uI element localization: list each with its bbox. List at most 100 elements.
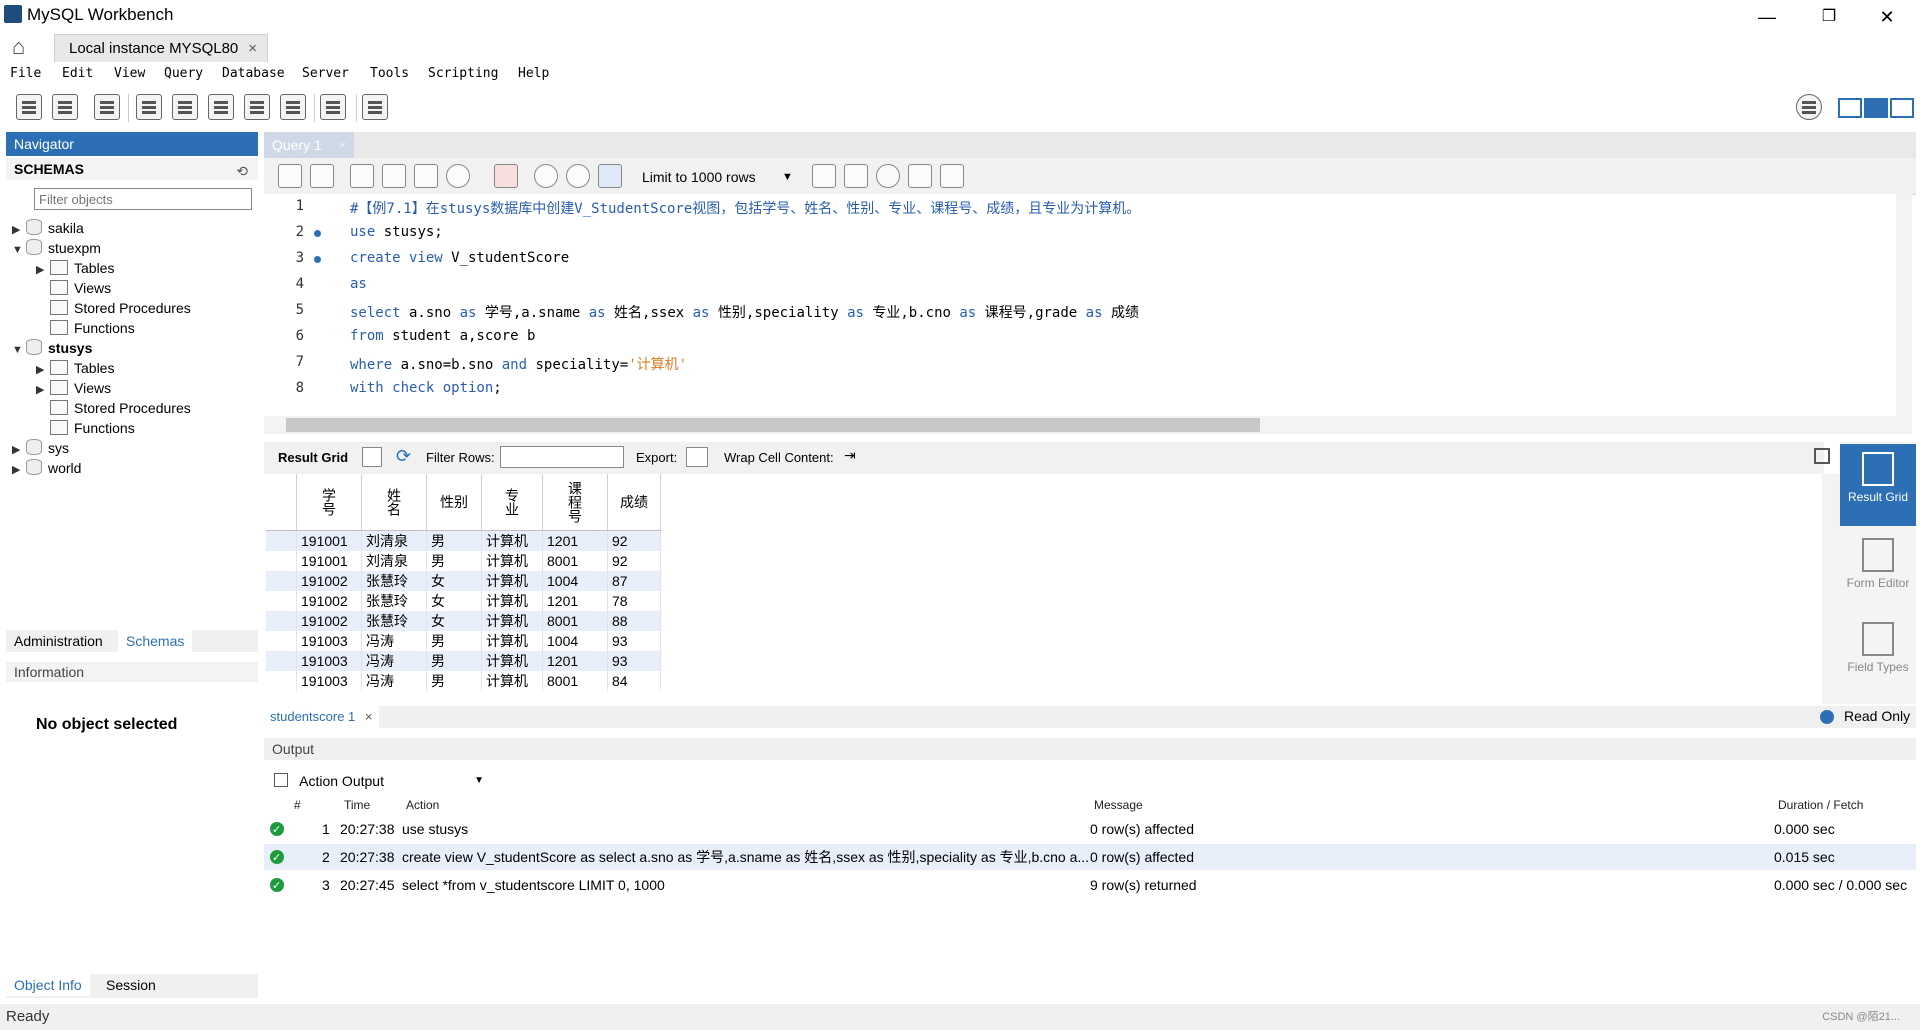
execute-current-icon[interactable] [382, 164, 406, 188]
table-cell[interactable]: 计算机 [481, 611, 543, 631]
tab-object-info[interactable]: Object Info [6, 974, 90, 996]
menu-scripting[interactable]: Scripting [428, 66, 498, 81]
refresh-icon[interactable]: ⟲ [236, 160, 248, 182]
commit-icon[interactable] [534, 164, 558, 188]
table-cell[interactable]: 冯涛 [361, 671, 427, 691]
schema-sakila[interactable]: ▶ sakila [12, 218, 84, 238]
tab-session[interactable]: Session [98, 974, 164, 996]
table-cell[interactable]: 92 [607, 551, 661, 571]
rollback-icon[interactable] [566, 164, 590, 188]
menu-server[interactable]: Server [302, 66, 349, 81]
form-editor-button[interactable]: Form Editor [1840, 530, 1916, 612]
row-header-cell[interactable] [266, 651, 297, 671]
row-header-cell[interactable] [266, 571, 297, 591]
table-row[interactable]: 191003 冯涛男计算机 1004 93 [266, 631, 661, 651]
field-types-button[interactable]: Field Types [1840, 614, 1916, 696]
table-cell[interactable]: 191003 [296, 651, 362, 671]
row-header-cell[interactable] [266, 611, 297, 631]
stuexpm-views[interactable]: Views [50, 278, 111, 298]
reconnect-icon[interactable] [362, 94, 388, 120]
schema-stusys[interactable]: ▼ stusys [12, 338, 92, 358]
copy-icon[interactable] [274, 773, 288, 787]
table-cell[interactable]: 计算机 [481, 591, 543, 611]
table-cell[interactable]: 93 [607, 651, 661, 671]
table-cell[interactable]: 84 [607, 671, 661, 691]
table-cell[interactable]: 男 [426, 651, 482, 671]
close-query-tab-icon[interactable]: × [339, 132, 346, 158]
table-cell[interactable]: 191002 [296, 591, 362, 611]
settings-gear-icon[interactable] [1796, 94, 1822, 120]
table-cell[interactable]: 191003 [296, 671, 362, 691]
open-file-icon[interactable] [278, 164, 302, 188]
output-row[interactable]: 1 20:27:38 use stusys 0 row(s) affected … [264, 816, 1916, 843]
table-cell[interactable]: 191001 [296, 551, 362, 571]
table-cell[interactable]: 计算机 [481, 631, 543, 651]
collapse-arrow-icon[interactable]: ▼ [12, 340, 26, 360]
stuexpm-tables[interactable]: ▶ Tables [36, 258, 114, 278]
wrap-cell-icon[interactable]: ⇥ [844, 447, 856, 464]
table-row[interactable]: 191002 张慧玲女计算机 8001 88 [266, 611, 661, 631]
new-sql-tab-icon[interactable] [16, 94, 42, 120]
stusys-procedures[interactable]: Stored Procedures [50, 398, 191, 418]
result-grid-button[interactable]: Result Grid [1840, 444, 1916, 526]
stuexpm-procedures[interactable]: Stored Procedures [50, 298, 191, 318]
table-cell[interactable]: 191002 [296, 571, 362, 591]
table-cell[interactable]: 冯涛 [361, 631, 427, 651]
table-cell[interactable]: 女 [426, 591, 482, 611]
table-cell[interactable]: 男 [426, 530, 482, 551]
filter-rows-input[interactable] [500, 446, 624, 468]
create-table-icon[interactable] [172, 94, 198, 120]
table-cell[interactable]: 88 [607, 611, 661, 631]
refresh-icon[interactable]: ⟳ [396, 446, 411, 467]
close-result-tab-icon[interactable]: × [365, 709, 373, 724]
close-window-button[interactable]: ✕ [1858, 2, 1916, 32]
table-cell[interactable]: 计算机 [481, 530, 543, 551]
table-cell[interactable]: 计算机 [481, 651, 543, 671]
expand-arrow-icon[interactable]: ▶ [36, 360, 50, 380]
table-cell[interactable]: 张慧玲 [361, 571, 427, 591]
table-cell[interactable]: 张慧玲 [361, 611, 427, 631]
table-cell[interactable]: 计算机 [481, 551, 543, 571]
maximize-button[interactable]: ❐ [1800, 2, 1858, 32]
expand-arrow-icon[interactable]: ▶ [12, 440, 26, 460]
toggle-output-icon[interactable] [1864, 98, 1888, 118]
table-cell[interactable]: 女 [426, 571, 482, 591]
row-header-cell[interactable] [266, 551, 297, 571]
expand-arrow-icon[interactable]: ▶ [12, 220, 26, 240]
toggle-panel-icon[interactable] [1814, 448, 1830, 464]
menu-file[interactable]: File [10, 66, 41, 81]
search-table-data-icon[interactable] [320, 94, 346, 120]
filter-objects-input[interactable] [34, 188, 252, 210]
row-header-cell[interactable] [266, 631, 297, 651]
table-cell[interactable]: 张慧玲 [361, 591, 427, 611]
table-row[interactable]: 191002 张慧玲女计算机 1004 87 [266, 571, 661, 591]
row-header-cell[interactable] [266, 671, 297, 691]
create-schema-icon[interactable] [136, 94, 162, 120]
table-cell[interactable]: 男 [426, 551, 482, 571]
table-cell[interactable]: 冯涛 [361, 651, 427, 671]
table-cell[interactable]: 计算机 [481, 671, 543, 691]
table-cell[interactable]: 8001 [542, 611, 608, 631]
sql-editor[interactable]: 1 2 3 4 5 6 7 8 #【例7.1】在stusys数据库中创建V_St… [264, 194, 1896, 416]
schema-stuexpm[interactable]: ▼ stuexpm [12, 238, 101, 258]
menu-query[interactable]: Query [164, 66, 203, 81]
table-cell[interactable]: 87 [607, 571, 661, 591]
collapse-arrow-icon[interactable]: ▼ [12, 240, 26, 260]
table-cell[interactable]: 1201 [542, 530, 608, 551]
query-tab[interactable]: Query 1 × [264, 132, 354, 158]
invisible-chars-icon[interactable] [908, 164, 932, 188]
table-cell[interactable]: 191003 [296, 631, 362, 651]
table-cell[interactable]: 8001 [542, 671, 608, 691]
open-sql-script-icon[interactable] [52, 94, 78, 120]
table-cell[interactable]: 刘清泉 [361, 551, 427, 571]
expand-arrow-icon[interactable]: ▶ [12, 460, 26, 480]
autocommit-icon[interactable] [598, 164, 622, 188]
menu-help[interactable]: Help [518, 66, 549, 81]
column-header[interactable]: 性别 [426, 474, 482, 531]
minimize-button[interactable]: — [1738, 2, 1796, 32]
connection-tab[interactable]: Local instance MYSQL80 × [54, 34, 268, 62]
limit-rows-select[interactable]: Limit to 1000 rows [642, 166, 792, 188]
toggle-secondary-sidebar-icon[interactable] [1890, 98, 1914, 118]
grid-icon[interactable] [362, 447, 382, 467]
save-icon[interactable] [310, 164, 334, 188]
